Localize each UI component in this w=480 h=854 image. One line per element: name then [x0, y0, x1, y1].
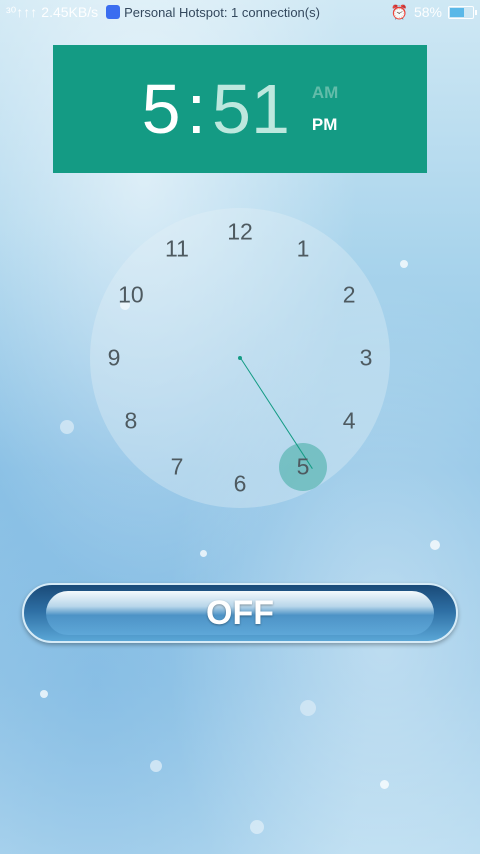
time-header: 5 : 51 AM PM: [53, 45, 427, 173]
signal-icon: ³⁰↑↑↑: [6, 3, 38, 20]
network-speed: 2.45KB/s: [41, 4, 99, 20]
clock-dial[interactable]: 12 1 2 3 4 5 6 7 8 9 10 11: [90, 208, 390, 508]
hotspot-status: Personal Hotspot: 1 connection(s): [124, 4, 320, 20]
dial-number-8[interactable]: 8: [124, 408, 137, 435]
dial-number-4[interactable]: 4: [343, 408, 356, 435]
battery-percent: 58%: [413, 4, 442, 20]
dial-number-5[interactable]: 5: [297, 454, 310, 481]
hotspot-icon: [106, 5, 121, 19]
dial-number-3[interactable]: 3: [360, 345, 373, 372]
dial-number-12[interactable]: 12: [227, 219, 253, 246]
alarm-icon: ⏰: [390, 3, 408, 20]
am-toggle[interactable]: AM: [312, 83, 338, 103]
dial-number-11[interactable]: 11: [165, 235, 189, 262]
dial-number-6[interactable]: 6: [234, 471, 247, 498]
off-button-label: OFF: [206, 593, 274, 632]
pm-toggle[interactable]: PM: [312, 115, 338, 135]
battery-icon: [448, 5, 477, 19]
dial-number-7[interactable]: 7: [171, 454, 184, 481]
dial-number-1[interactable]: 1: [297, 235, 310, 262]
off-button[interactable]: OFF: [22, 583, 458, 643]
dial-number-9[interactable]: 9: [108, 345, 121, 372]
dial-number-10[interactable]: 10: [118, 282, 144, 309]
status-bar: ³⁰↑↑↑ 2.45KB/s Personal Hotspot: 1 conne…: [0, 0, 480, 24]
time-separator: :: [186, 70, 207, 148]
dial-number-2[interactable]: 2: [343, 282, 356, 309]
minute-display[interactable]: 51: [212, 74, 290, 144]
hour-display[interactable]: 5: [142, 74, 181, 144]
dial-center: [238, 356, 242, 360]
